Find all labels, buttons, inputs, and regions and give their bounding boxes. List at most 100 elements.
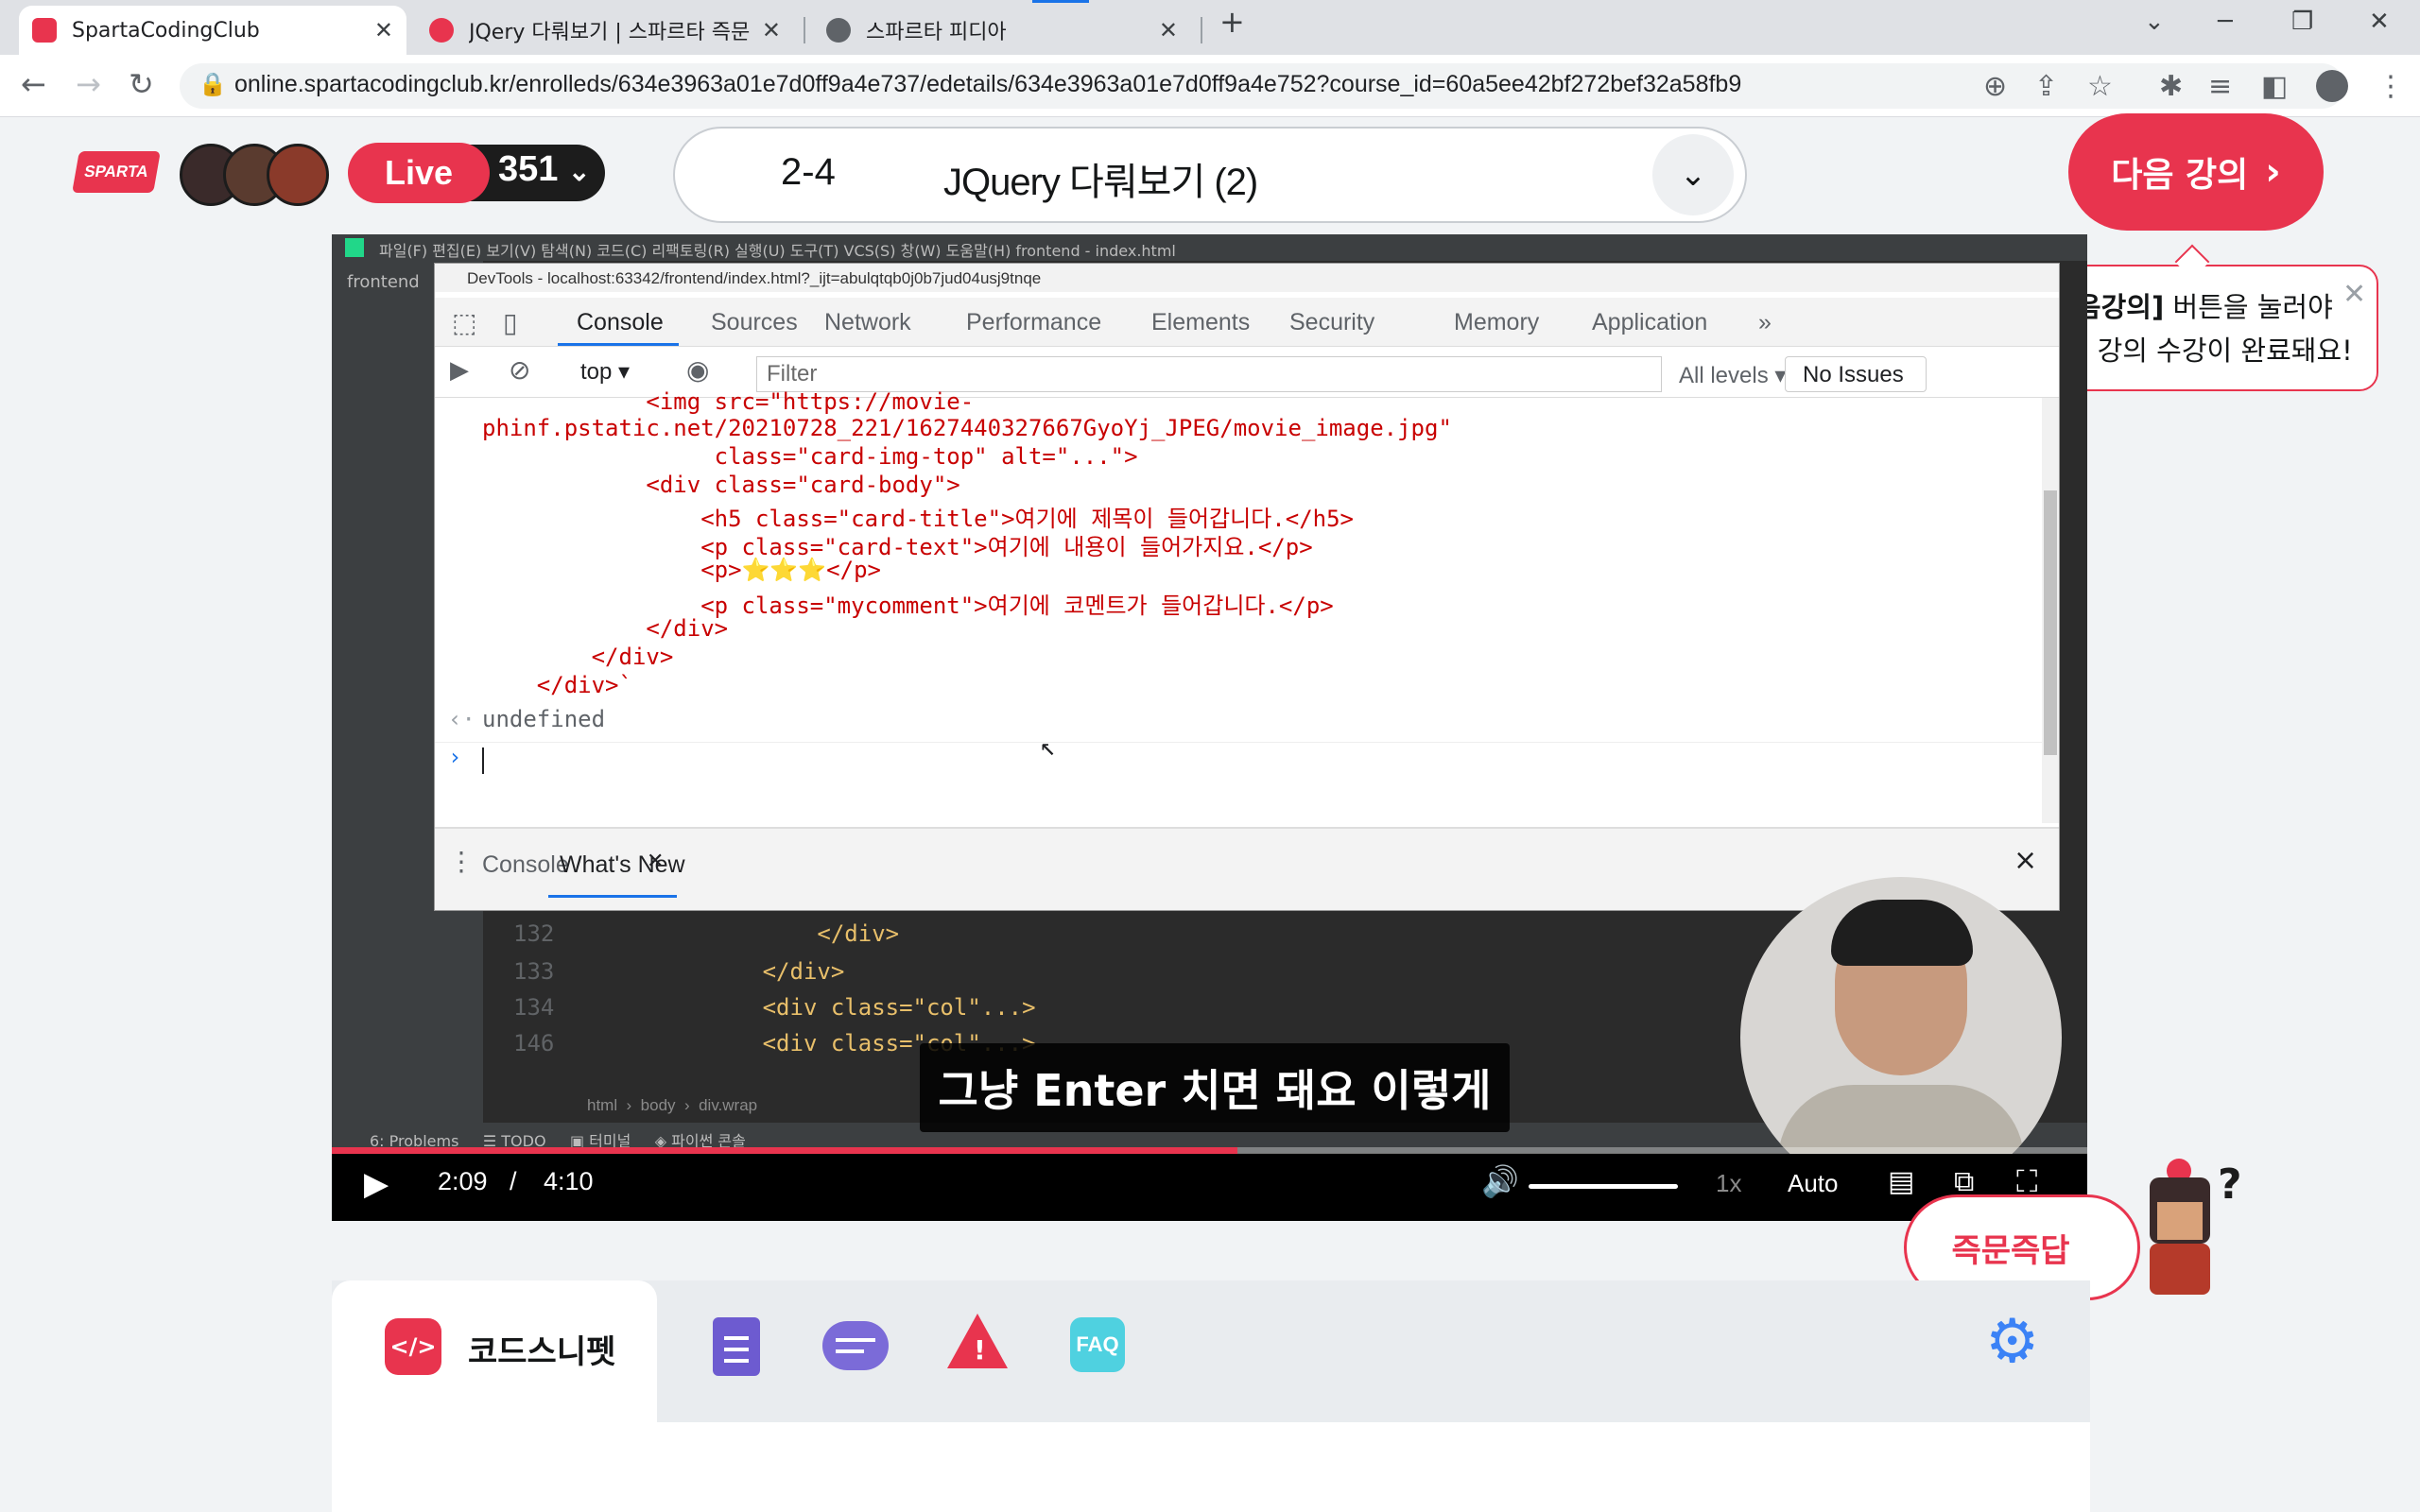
video-player[interactable]: 파일(F) 편집(E) 보기(V) 탐색(N) 코드(C) 리팩토링(R) 실행…	[332, 234, 2087, 1221]
drawer-menu-icon[interactable]: ⋮	[448, 846, 475, 877]
volume-slider[interactable]	[1529, 1184, 1678, 1189]
browser-tab-pedia[interactable]: 스파르타 피디아 ✕	[813, 6, 1191, 55]
close-tab-icon[interactable]: ✕	[374, 17, 393, 43]
return-arrow-icon: ‹·	[448, 706, 475, 732]
address-bar[interactable]: 🔒 online.spartacodingclub.kr/enrolleds/6…	[180, 63, 2344, 109]
faq-icon[interactable]: FAQ	[1070, 1317, 1125, 1372]
logo-text: SPARTA	[82, 163, 150, 180]
volume-icon[interactable]: 🔊	[1481, 1163, 1519, 1199]
picture-in-picture-icon[interactable]: ⧉	[1954, 1165, 1974, 1198]
live-count-value: 351	[498, 149, 559, 189]
code-snippet-label: 코드스니펫	[468, 1333, 616, 1371]
settings-gear-icon[interactable]: ⚙	[1985, 1312, 2039, 1372]
close-tooltip-icon[interactable]: ✕	[2342, 278, 2366, 311]
browser-tab-bar: SpartaCodingClub ✕ JQery 다뤄보기 | 스파르타 즉문 …	[0, 0, 2420, 55]
mascot-face	[2157, 1202, 2203, 1240]
devtools-tab-console[interactable]: Console	[577, 309, 664, 336]
checklist-line	[724, 1336, 749, 1340]
back-arrow-icon[interactable]: ←	[21, 66, 46, 102]
sparta-favicon-icon	[32, 18, 57, 43]
drawer-tab-whats-new[interactable]: What's New	[560, 851, 685, 879]
chat-line	[836, 1349, 864, 1353]
ide-breadcrumb: html › body › div.wrap	[587, 1096, 758, 1114]
line-number: 132	[513, 920, 555, 947]
lesson-title: JQuery 다뤄보기 (2)	[943, 162, 1258, 203]
console-input-caret[interactable]	[482, 747, 484, 774]
media-icon[interactable]: ≡	[2208, 70, 2232, 103]
eye-icon[interactable]: ◉	[686, 354, 709, 386]
tab-separator	[1201, 17, 1202, 43]
restore-icon[interactable]: ❐	[2291, 8, 2313, 36]
reload-icon[interactable]: ↻	[129, 66, 154, 102]
url-text[interactable]: online.spartacodingclub.kr/enrolleds/634…	[234, 71, 1741, 98]
tooltip-rest: 버튼을 눌러야	[2164, 291, 2333, 323]
presenter-hair	[1831, 900, 1973, 966]
line-number: 134	[513, 994, 555, 1021]
viewer-avatar	[267, 144, 329, 206]
forward-arrow-icon[interactable]: →	[76, 66, 101, 102]
close-drawer-tab-icon[interactable]: ✕	[647, 850, 664, 873]
qa-mascot-icon[interactable]: ?	[2131, 1159, 2244, 1300]
checklist-line	[724, 1348, 749, 1351]
close-tab-icon[interactable]: ✕	[762, 17, 781, 43]
tab-separator	[804, 17, 805, 43]
playback-speed-button[interactable]: 1x	[1716, 1169, 1741, 1198]
log-levels-dropdown[interactable]: All levels ▾	[1679, 362, 1786, 389]
chevron-right-icon: ›	[2265, 150, 2281, 194]
new-tab-button[interactable]: +	[1219, 4, 1245, 40]
issues-button[interactable]: No Issues	[1785, 356, 1927, 392]
menu-kebab-icon[interactable]: ⋮	[2377, 70, 2405, 103]
captions-icon[interactable]: ▤	[1888, 1165, 1914, 1198]
devtools-selected-tab-underline	[558, 343, 679, 346]
close-tab-icon[interactable]: ✕	[1159, 17, 1178, 43]
devtools-tab-elements[interactable]: Elements	[1151, 309, 1250, 336]
side-panel-icon[interactable]: ◧	[2261, 70, 2288, 103]
globe-icon	[826, 18, 851, 43]
tab-code-snippet[interactable]: </> 코드스니펫	[332, 1280, 657, 1424]
chat-bubble-icon[interactable]	[822, 1321, 889, 1370]
inspect-element-icon[interactable]: ⬚	[452, 307, 476, 338]
play-icon[interactable]: ▶	[364, 1165, 389, 1203]
console-line: </div>	[482, 644, 674, 670]
panel-body	[332, 1422, 2090, 1512]
console-filter-input[interactable]: Filter	[756, 356, 1662, 392]
profile-avatar-icon[interactable]	[2316, 70, 2348, 102]
next-lesson-button[interactable]: 다음 강의 ›	[2068, 113, 2324, 231]
console-scrollbar-thumb[interactable]	[2044, 490, 2057, 755]
zoom-icon[interactable]: ⊕	[1983, 70, 2007, 103]
console-line: </div>`	[482, 672, 632, 698]
console-result: undefined	[482, 706, 606, 732]
extensions-icon[interactable]: ✱	[2159, 70, 2183, 103]
quality-button[interactable]: Auto	[1788, 1169, 1839, 1198]
devtools-tab-sources[interactable]: Sources	[711, 309, 798, 336]
devtools-tab-memory[interactable]: Memory	[1454, 309, 1539, 336]
close-window-icon[interactable]: ✕	[2369, 8, 2390, 36]
devtools-tab-security[interactable]: Security	[1289, 309, 1374, 336]
browser-tab-sparta[interactable]: SpartaCodingClub ✕	[19, 6, 406, 55]
devtools-window: DevTools - localhost:63342/frontend/inde…	[434, 263, 2060, 911]
tab-search-icon[interactable]: ⌄	[2144, 8, 2165, 36]
code-line: <div class="col"...>	[653, 994, 1036, 1021]
line-number: 133	[513, 958, 555, 985]
lesson-dropdown-chevron-icon[interactable]: ⌄	[1652, 134, 1734, 215]
console-line: <img src="https://movie-	[482, 388, 975, 415]
sidebar-toggle-icon[interactable]: ▶	[450, 356, 469, 385]
context-selector[interactable]: top ▾	[580, 358, 630, 386]
sparta-logo[interactable]: SPARTA	[72, 151, 161, 193]
share-icon[interactable]: ⇪	[2034, 70, 2058, 103]
bookmark-star-icon[interactable]: ☆	[2087, 70, 2113, 103]
devtools-more-tabs-icon[interactable]: »	[1758, 309, 1772, 336]
drawer-tab-console[interactable]: Console	[482, 851, 569, 879]
clear-console-icon[interactable]: ⊘	[509, 354, 530, 386]
device-toolbar-icon[interactable]: ▯	[503, 307, 517, 338]
close-drawer-icon[interactable]: ×	[2014, 844, 2037, 877]
devtools-tab-performance[interactable]: Performance	[966, 309, 1101, 336]
current-time: 2:09	[438, 1167, 488, 1195]
checklist-icon[interactable]	[713, 1317, 760, 1376]
minimize-icon[interactable]: ─	[2218, 8, 2233, 36]
time-separator: /	[510, 1167, 517, 1195]
browser-tab-jquery[interactable]: JQery 다뤄보기 | 스파르타 즉문 ✕	[416, 6, 794, 55]
devtools-tab-application[interactable]: Application	[1592, 309, 1707, 336]
devtools-tab-network[interactable]: Network	[824, 309, 911, 336]
lock-icon: 🔒	[199, 71, 227, 97]
